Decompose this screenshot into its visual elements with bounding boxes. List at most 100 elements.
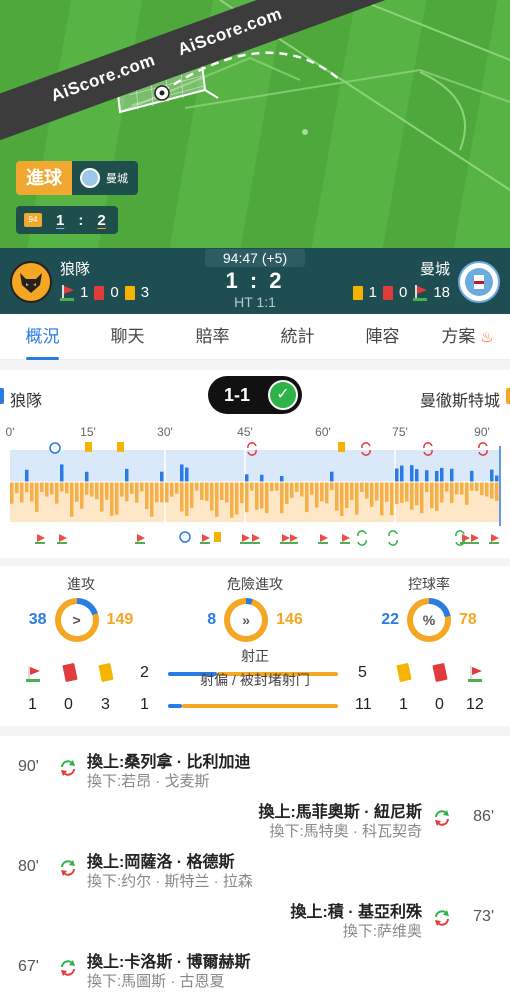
tab-tips-label: 方案 <box>441 327 476 346</box>
corner-base-icon <box>35 542 45 544</box>
tab-odds[interactable]: 賠率 <box>170 314 255 359</box>
minute-label: 0' <box>6 425 15 439</box>
away-pressure-bar <box>55 482 59 504</box>
away-pressure-bar <box>210 482 214 511</box>
tab-lineups[interactable]: 陣容 <box>340 314 425 359</box>
home-pressure-bar <box>400 465 404 482</box>
home-pressure-bar <box>425 470 429 482</box>
away-pressure-bar <box>185 482 189 516</box>
away-pressure-bar <box>300 482 304 497</box>
away-pressure-bar <box>430 482 434 509</box>
home-pressure-bar <box>180 464 184 482</box>
away-pressure-bar <box>220 482 224 501</box>
sub-minute: 73' <box>473 908 494 925</box>
away-pressure-bar <box>225 482 229 503</box>
fire-icon: ♨ <box>480 329 494 346</box>
man-city-logo-icon[interactable] <box>458 261 500 303</box>
corner-marker-icon <box>252 534 260 542</box>
possession-title: 控球率 <box>408 576 450 592</box>
away-pressure-bar <box>310 482 314 495</box>
away-pressure-bar <box>360 482 364 492</box>
corner-marker-icon <box>471 534 479 542</box>
home-pressure-bar <box>60 464 64 482</box>
sub-minute: 90' <box>18 758 39 775</box>
home-pressure-bar <box>280 475 284 482</box>
away-pressure-bar <box>475 482 479 491</box>
home-pressure-bar <box>245 474 249 482</box>
home-pressure-bar <box>490 469 494 482</box>
dangerous-attack-gauge: 危險進攻 8 » 146 <box>180 574 330 642</box>
away-pressure-bar <box>75 482 79 502</box>
home-pressure-bar <box>495 475 499 482</box>
double-chevron-icon: » <box>242 612 250 628</box>
possession-home: 22 <box>381 611 399 628</box>
player-on: 換上:桑列拿 · 比利加迪 <box>87 754 251 771</box>
away-pressure-bar <box>295 482 299 492</box>
away-pressure-bar <box>150 482 154 517</box>
away-pressure-bar <box>420 482 424 514</box>
away-pressure-bar <box>340 482 344 517</box>
away-team-name[interactable]: 曼城 <box>420 258 450 279</box>
tab-stats[interactable]: 統計 <box>255 314 340 359</box>
home-pressure-bar <box>125 468 129 482</box>
corner-base-icon <box>340 542 350 544</box>
corner-marker-icon <box>37 534 45 542</box>
sub-minute: 67' <box>18 958 39 975</box>
away-pressure-bar <box>175 482 179 494</box>
away-pressure-bar <box>60 482 64 492</box>
away-pressure-bar <box>80 482 84 509</box>
momentum-chart: 0' 15' 30' 45' 60' 75' 90' <box>0 422 510 558</box>
tab-chat[interactable]: 聊天 <box>85 314 170 359</box>
off-target-bar-away <box>182 704 338 708</box>
away-pressure-bar <box>200 482 204 501</box>
minute-label: 90' <box>474 425 490 439</box>
home-color-marker <box>0 388 4 404</box>
substitution-icon <box>432 908 452 928</box>
substitution-row[interactable]: 80' 換上:岡薩洛 · 格德斯 換下:约尔 · 斯特兰 · 拉森 <box>0 844 510 894</box>
home-pressure-bar <box>470 470 474 482</box>
away-pressure-bar <box>110 482 114 516</box>
goal-ball-icon <box>49 442 61 454</box>
attack-ring: > <box>54 598 99 642</box>
away-pressure-bar <box>15 482 19 494</box>
mini-scoreline: 94 1 : 2 <box>16 206 118 234</box>
away-pressure-bar <box>465 482 469 505</box>
home-pressure-bar <box>410 465 414 482</box>
yellow-card-icon <box>85 442 92 452</box>
home-pressure-bar <box>395 468 399 482</box>
corner-base-icon <box>240 542 250 544</box>
timeline-home-name: 狼隊 <box>10 393 43 410</box>
away-pressure-bar <box>205 482 209 502</box>
attack-home: 38 <box>28 611 47 628</box>
corner-base-icon <box>135 542 145 544</box>
away-team-stats: 1 0 18 <box>352 284 450 301</box>
tab-tips[interactable]: 方案 ♨ <box>425 314 510 359</box>
substitution-icon <box>58 858 78 878</box>
yellow-card-icon <box>338 442 345 452</box>
home-pressure-bar <box>415 469 419 482</box>
corner-marker-icon <box>242 534 250 542</box>
player-on: 換上:馬菲奧斯 · 紐尼斯 <box>258 804 422 821</box>
mini-home-score: 1 <box>56 211 65 229</box>
dangerous-title: 危險進攻 <box>227 576 283 592</box>
dangerous-home: 8 <box>207 611 217 628</box>
attack-title: 進攻 <box>67 576 95 592</box>
away-pressure-bar <box>490 482 494 499</box>
away-pressure-bar <box>195 482 199 491</box>
away-pressure-bar <box>45 482 49 497</box>
minute-label: 60' <box>315 425 331 439</box>
player-off: 換下:馬特奧 · 科瓦契奇 <box>269 823 423 840</box>
away-pressure-bar <box>265 482 269 514</box>
man-city-logo-icon <box>80 168 100 188</box>
substitution-row[interactable]: 67' 換上:卡洛斯 · 博爾赫斯 換下:馬圖斯 · 古恩夏 <box>0 944 510 994</box>
away-pressure-bar <box>480 482 484 496</box>
away-yellow-stat: 1 <box>399 696 408 713</box>
substitution-row[interactable]: 90' 換上:桑列拿 · 比利加迪 換下:若昂 · 戈麦斯 <box>0 744 510 794</box>
away-pressure-bar <box>470 482 474 491</box>
possession-away: 78 <box>459 611 477 628</box>
substitution-row[interactable]: 換上:馬菲奧斯 · 紐尼斯 換下:馬特奧 · 科瓦契奇 86' <box>0 794 510 844</box>
substitution-row[interactable]: 換上:積 · 基亞利殊 換下:萨维奥 73' <box>0 894 510 944</box>
away-pressure-bar <box>190 482 194 508</box>
tab-overview[interactable]: 概況 <box>0 314 85 360</box>
yellow-card-icon <box>214 532 221 542</box>
